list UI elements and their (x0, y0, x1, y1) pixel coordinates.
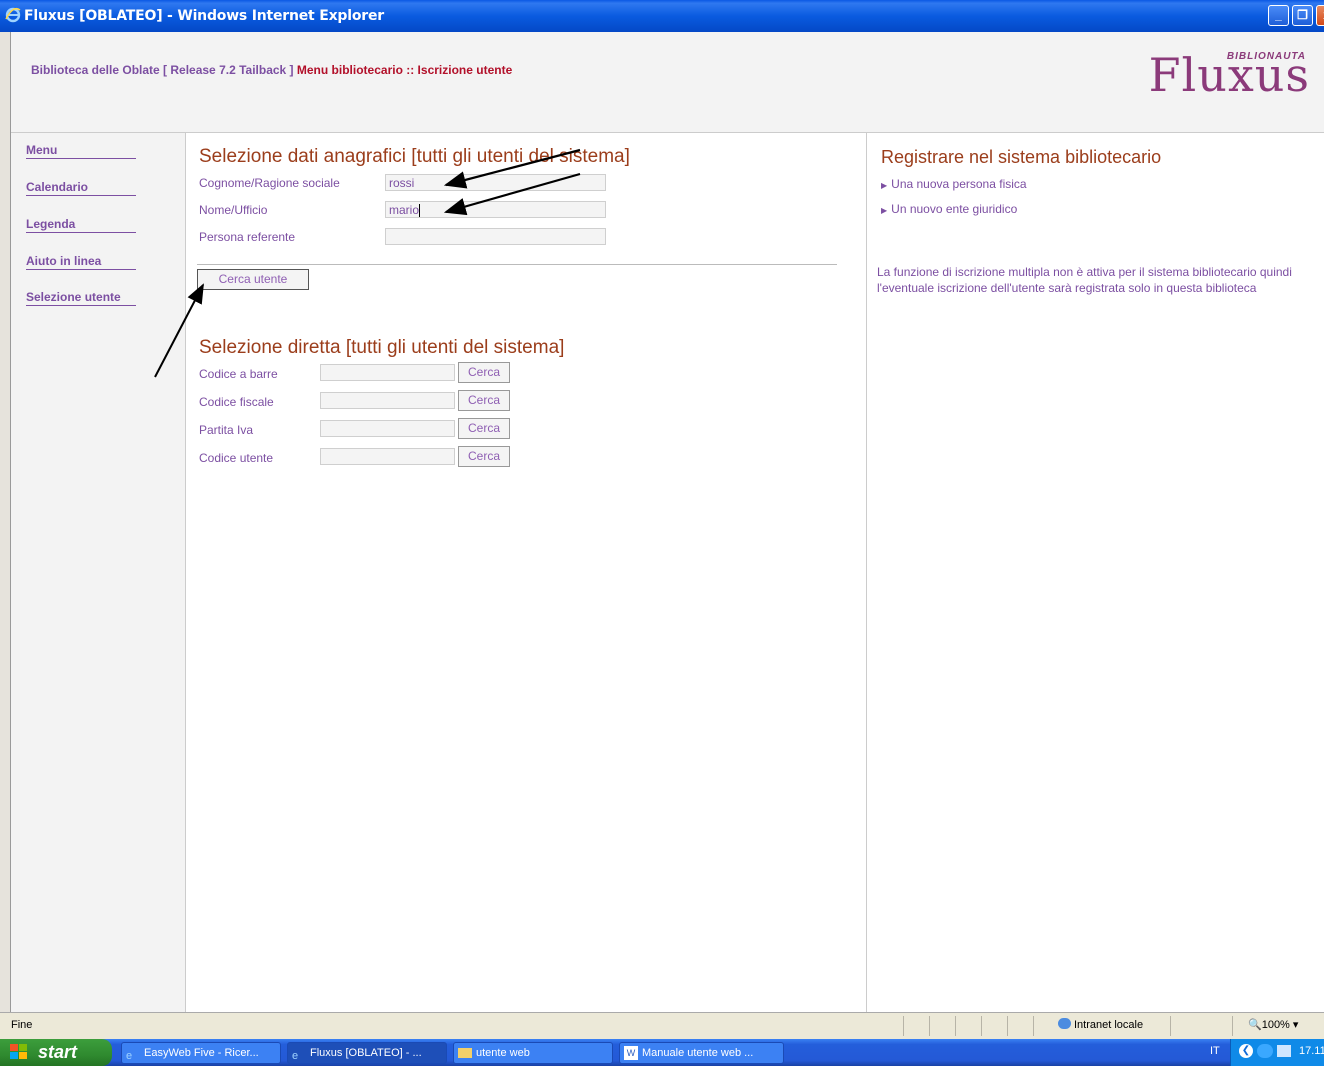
sidebar-item-aiuto[interactable]: Aiuto in linea (26, 244, 136, 270)
link-nuova-persona-fisica[interactable]: ▶ Una nuova persona fisica (881, 177, 1027, 191)
internet-explorer-icon (5, 7, 21, 23)
status-divider (929, 1016, 930, 1036)
page-header: Biblioteca delle Oblate [ Release 7.2 Ta… (11, 32, 1324, 133)
window-title: Fluxus [OBLATEO] - Windows Internet Expl… (24, 8, 384, 24)
section-title-anagrafica: Selezione dati anagrafici [tutti gli ute… (199, 146, 630, 167)
divider (197, 264, 837, 265)
ie-icon: e (126, 1050, 133, 1062)
task-manuale-word[interactable]: W Manuale utente web ... (619, 1042, 784, 1064)
ie-icon: e (292, 1050, 299, 1062)
system-tray: ❮ 17.11 (1230, 1039, 1324, 1066)
codice-barre-input[interactable] (320, 364, 455, 381)
breadcrumb: Biblioteca delle Oblate [ Release 7.2 Ta… (31, 63, 512, 77)
codice-utente-label: Codice utente (199, 451, 274, 465)
codice-utente-input[interactable] (320, 448, 455, 465)
zoom-control[interactable]: 🔍100% ▾ (1248, 1018, 1298, 1031)
partita-iva-cerca-button[interactable]: Cerca (458, 418, 510, 439)
nome-label: Nome/Ufficio (199, 203, 268, 217)
referente-input[interactable] (385, 228, 606, 245)
codice-fiscale-input[interactable] (320, 392, 455, 409)
status-text: Fine (11, 1019, 33, 1031)
zoom-icon: 🔍 (1248, 1019, 1262, 1031)
main-content: Selezione dati anagrafici [tutti gli ute… (186, 133, 867, 1012)
codice-utente-cerca-button[interactable]: Cerca (458, 446, 510, 467)
maximize-button[interactable]: ❐ (1292, 5, 1313, 26)
sidebar-item-selezione-utente[interactable]: Selezione utente (26, 280, 136, 306)
status-divider (981, 1016, 982, 1036)
cognome-label: Cognome/Ragione sociale (199, 176, 340, 190)
clock[interactable]: 17.11 (1299, 1045, 1324, 1057)
link-nuovo-ente-giuridico[interactable]: ▶ Un nuovo ente giuridico (881, 202, 1017, 216)
partita-iva-label: Partita Iva (199, 423, 254, 437)
status-divider (1033, 1016, 1034, 1036)
task-utente-web-folder[interactable]: utente web (453, 1042, 613, 1064)
codice-fiscale-label: Codice fiscale (199, 395, 274, 409)
status-divider (1170, 1016, 1171, 1036)
security-zone[interactable]: Intranet locale (1058, 1018, 1143, 1031)
sidebar-item-calendario[interactable]: Calendario (26, 170, 136, 196)
fluxus-logo: Fluxus BIBLIONAUTA (1140, 46, 1310, 102)
codice-fiscale-cerca-button[interactable]: Cerca (458, 390, 510, 411)
section-title-diretta: Selezione diretta [tutti gli utenti del … (199, 337, 565, 358)
iscrizione-note: La funzione di iscrizione multipla non è… (877, 265, 1292, 295)
close-button[interactable]: x (1316, 5, 1324, 26)
task-fluxus[interactable]: e Fluxus [OBLATEO] - ... (287, 1042, 447, 1064)
intranet-globe-icon (1058, 1018, 1071, 1029)
register-title: Registrare nel sistema bibliotecario (881, 147, 1162, 167)
window-frame-left (0, 32, 11, 1012)
codice-barre-cerca-button[interactable]: Cerca (458, 362, 510, 383)
cognome-input[interactable]: rossi (385, 174, 606, 191)
monitor-icon[interactable] (1277, 1045, 1291, 1057)
text-cursor (419, 204, 421, 218)
cerca-utente-button[interactable]: Cerca utente (197, 269, 309, 290)
status-bar: Fine Intranet locale 🔍100% ▾ (0, 1012, 1324, 1040)
sidebar-item-legenda[interactable]: Legenda (26, 207, 136, 233)
triangle-right-icon: ▶ (881, 181, 888, 190)
start-button[interactable]: start (0, 1039, 112, 1066)
window-titlebar[interactable]: Fluxus [OBLATEO] - Windows Internet Expl… (0, 0, 1324, 32)
referente-label: Persona referente (199, 230, 296, 244)
tray-back-icon[interactable]: ❮ (1239, 1044, 1253, 1058)
folder-icon (458, 1048, 472, 1058)
language-indicator[interactable]: IT (1210, 1045, 1220, 1057)
triangle-right-icon: ▶ (881, 206, 888, 215)
logo-subtitle: BIBLIONAUTA (1226, 51, 1306, 62)
breadcrumb-library: Biblioteca delle Oblate [ Release 7.2 Ta… (31, 63, 294, 77)
partita-iva-input[interactable] (320, 420, 455, 437)
taskbar: start e EasyWeb Five - Ricer... e Fluxus [… (0, 1039, 1324, 1066)
breadcrumb-path[interactable]: Menu bibliotecario :: Iscrizione utente (297, 63, 512, 77)
status-divider (1007, 1016, 1008, 1036)
codice-barre-label: Codice a barre (199, 367, 278, 381)
nome-input[interactable]: mario (385, 201, 606, 218)
status-divider (903, 1016, 904, 1036)
network-icon[interactable] (1257, 1044, 1273, 1058)
windows-flag-icon (10, 1044, 27, 1059)
minimize-button[interactable]: _ (1268, 5, 1289, 26)
sidebar-item-menu[interactable]: Menu (26, 133, 136, 159)
status-divider (1232, 1016, 1233, 1036)
task-easyweb[interactable]: e EasyWeb Five - Ricer... (121, 1042, 281, 1064)
status-divider (955, 1016, 956, 1036)
sidebar: Menu Calendario Legenda Aiuto in linea S… (11, 133, 186, 1012)
right-panel: Registrare nel sistema bibliotecario ▶ Un… (867, 133, 1324, 1012)
word-icon: W (624, 1046, 638, 1060)
